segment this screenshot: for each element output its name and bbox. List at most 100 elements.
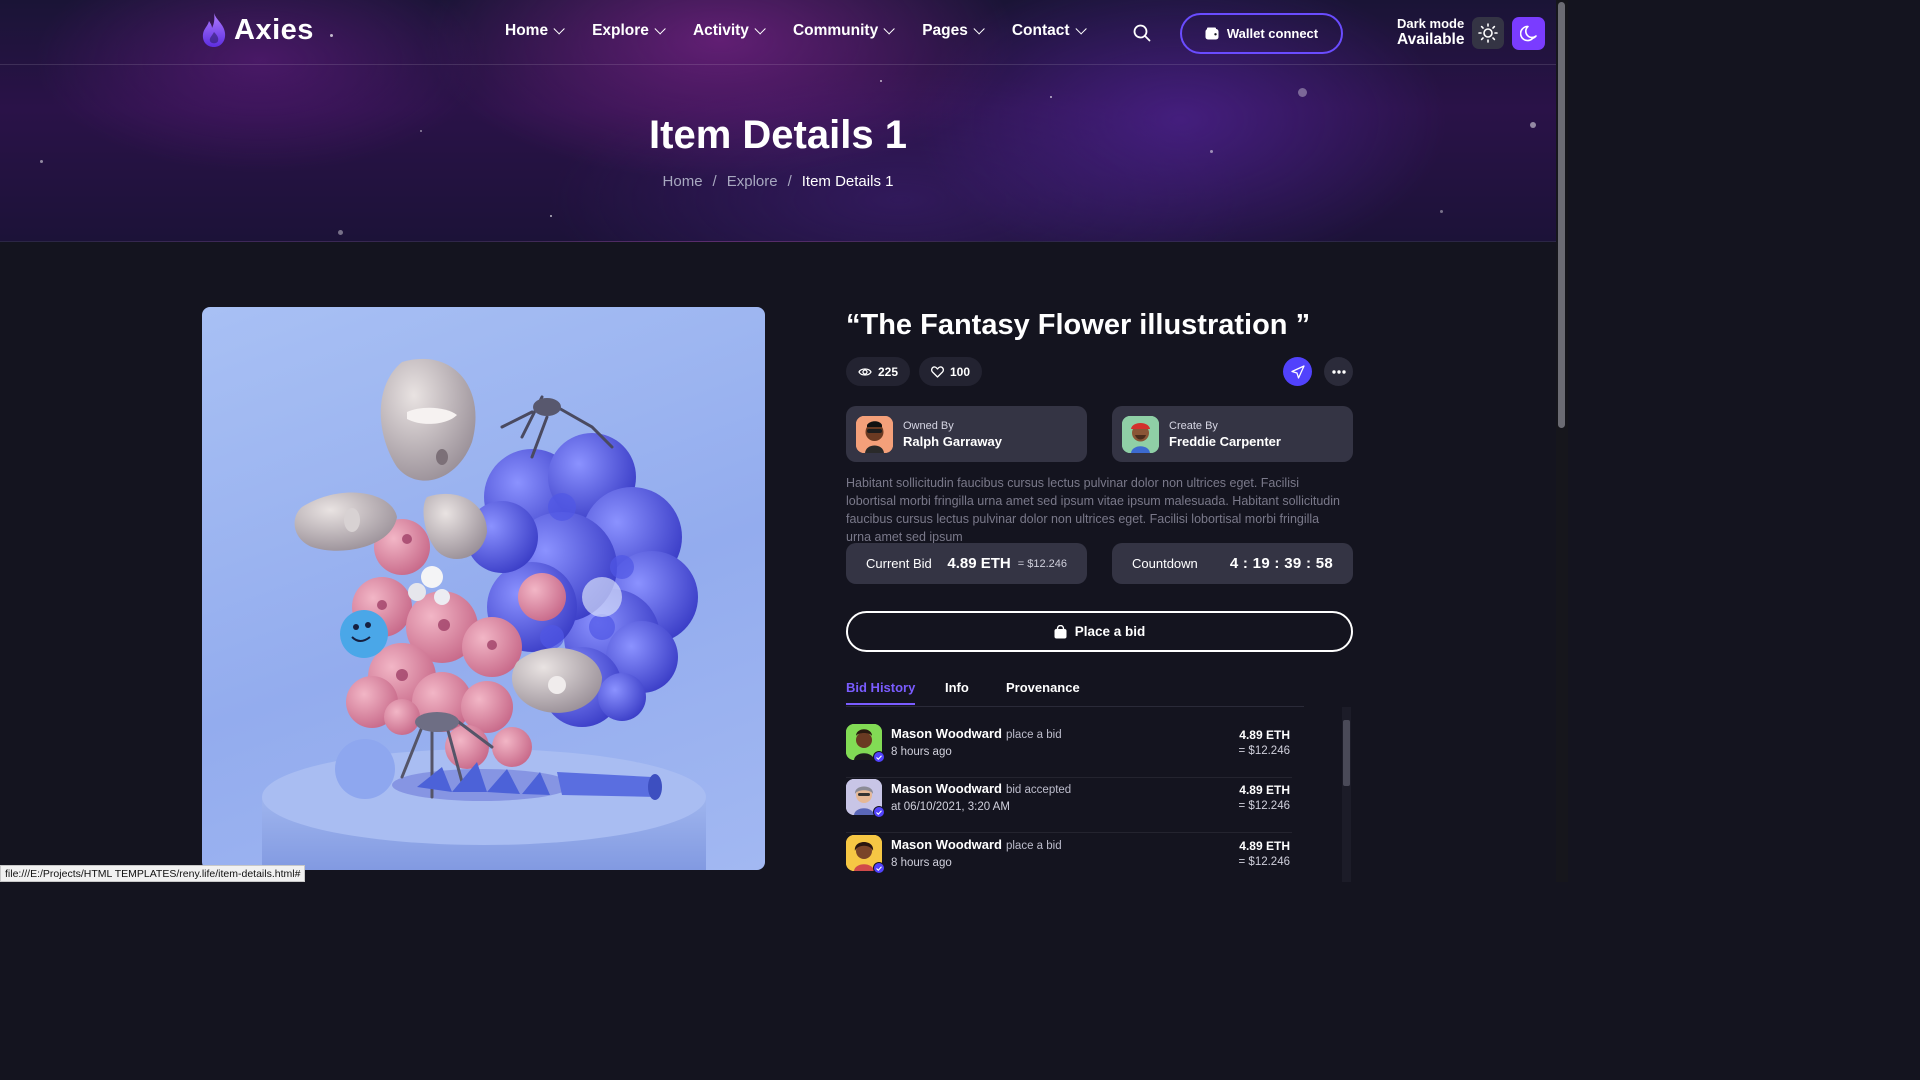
verified-badge-icon xyxy=(873,862,885,874)
nav-item-community[interactable]: Community xyxy=(792,22,895,40)
current-bid-card: Current Bid 4.89 ETH = $12.246 xyxy=(846,543,1087,584)
heart-icon xyxy=(931,365,944,378)
breadcrumb: Home / Explore / Item Details 1 xyxy=(0,173,1556,190)
bidder-name: Mason Woodward place a bid xyxy=(891,726,1062,741)
owner-card[interactable]: Owned By Ralph Garraway xyxy=(846,406,1087,462)
bid-eth: 4.89 ETH xyxy=(1239,783,1290,797)
bid-action: place a bid xyxy=(1005,840,1062,852)
nav-label: Activity xyxy=(692,22,749,39)
item-artwork-image xyxy=(202,307,765,870)
bidder-name-text[interactable]: Mason Woodward xyxy=(891,837,1002,852)
likes-value: 100 xyxy=(950,364,971,379)
nav-item-pages[interactable]: Pages xyxy=(922,22,985,40)
flame-logo-icon xyxy=(202,13,226,47)
nav-label: Pages xyxy=(922,22,968,39)
bid-history-row[interactable]: Mason Woodward place a bid 8 hours ago 4.… xyxy=(846,835,1292,889)
countdown-label: Countdown xyxy=(1132,556,1198,571)
breadcrumb-separator: / xyxy=(787,173,792,190)
sun-icon xyxy=(1478,23,1498,43)
like-button[interactable]: 100 xyxy=(919,357,983,386)
bid-history-row[interactable]: Mason Woodward bid accepted at 06/10/2021… xyxy=(846,779,1292,833)
moon-icon xyxy=(1519,25,1537,41)
place-bid-label: Place a bid xyxy=(1074,624,1146,639)
tab-info[interactable]: Info xyxy=(945,680,969,703)
nav-item-explore[interactable]: Explore xyxy=(592,22,666,40)
top-navigation: Axies Home Explore Activity Community Pa… xyxy=(0,0,1556,65)
breadcrumb-explore[interactable]: Explore xyxy=(727,173,778,190)
light-mode-button[interactable] xyxy=(1472,17,1504,49)
creator-avatar xyxy=(1122,415,1159,453)
chevron-down-icon xyxy=(1075,23,1087,35)
place-bid-button[interactable]: Place a bid xyxy=(846,611,1353,652)
more-icon xyxy=(1331,369,1346,374)
shopping-bag-icon xyxy=(1054,624,1067,638)
search-icon xyxy=(1133,24,1151,42)
bid-action: bid accepted xyxy=(1005,784,1072,796)
brand-name: Axies xyxy=(234,13,314,46)
dark-mode-button[interactable] xyxy=(1512,17,1545,50)
bid-eth: 4.89 ETH xyxy=(1239,839,1290,853)
bid-eth: 4.89 ETH xyxy=(1239,728,1290,742)
nav-label: Contact xyxy=(1011,22,1070,39)
page-scroll-thumb[interactable] xyxy=(1558,2,1565,428)
item-title: “The Fantasy Flower illustration ” xyxy=(846,309,1311,341)
share-button[interactable] xyxy=(1283,357,1312,386)
details-tabs: Bid History Info Provenance xyxy=(846,680,1304,707)
item-description: Habitant sollicitudin faucibus cursus le… xyxy=(846,476,1340,544)
creator-name: Freddie Carpenter xyxy=(1169,433,1281,449)
chevron-down-icon xyxy=(553,23,565,35)
owner-name: Ralph Garraway xyxy=(903,433,1002,449)
more-options-button[interactable] xyxy=(1324,357,1353,386)
chevron-down-icon xyxy=(883,23,895,35)
nav-label: Community xyxy=(792,22,879,39)
views-count: 225 xyxy=(846,357,911,386)
breadcrumb-separator: / xyxy=(712,173,717,190)
chevron-down-icon xyxy=(654,23,666,35)
chevron-down-icon xyxy=(754,23,766,35)
main-menu: Home Explore Activity Community Pages Co… xyxy=(505,22,1114,40)
nav-label: Explore xyxy=(592,22,649,39)
current-bid-label: Current Bid xyxy=(866,556,932,571)
dark-mode-line1: Dark mode xyxy=(1397,16,1465,31)
nav-item-home[interactable]: Home xyxy=(505,22,565,40)
breadcrumb-current: Item Details 1 xyxy=(801,173,894,190)
countdown-card: Countdown 4 : 19 : 39 : 58 xyxy=(1112,543,1353,584)
verified-badge-icon xyxy=(873,806,885,818)
bid-history-scroll-thumb[interactable] xyxy=(1343,720,1350,786)
creator-role-label: Create By xyxy=(1169,419,1218,432)
bid-history-row[interactable]: Mason Woodward place a bid 8 hours ago 4.… xyxy=(846,724,1292,778)
bid-time: 8 hours ago xyxy=(891,857,952,869)
countdown-value: 4 : 19 : 39 : 58 xyxy=(1229,555,1333,572)
verified-badge-icon xyxy=(873,751,885,763)
bid-usd: = $12.246 xyxy=(1238,856,1290,868)
nav-item-contact[interactable]: Contact xyxy=(1011,22,1087,40)
dark-mode-line2: Available xyxy=(1397,31,1465,48)
page-title: Item Details 1 xyxy=(649,113,907,157)
wallet-connect-button[interactable]: Wallet connect xyxy=(1180,13,1343,54)
creator-card[interactable]: Create By Freddie Carpenter xyxy=(1112,406,1353,462)
current-bid-value: 4.89 ETH xyxy=(947,555,1011,572)
bid-usd: = $12.246 xyxy=(1238,745,1290,757)
bidder-name: Mason Woodward place a bid xyxy=(891,837,1062,852)
send-icon xyxy=(1290,364,1305,379)
bidder-name: Mason Woodward bid accepted xyxy=(891,781,1071,796)
status-bar-url: file:///E:/Projects/HTML TEMPLATES/reny.… xyxy=(0,865,306,882)
chevron-down-icon xyxy=(973,23,985,35)
page-scrollbar[interactable] xyxy=(1556,0,1568,882)
bidder-avatar xyxy=(846,779,885,818)
tab-provenance[interactable]: Provenance xyxy=(1006,680,1080,703)
bidder-name-text[interactable]: Mason Woodward xyxy=(891,726,1002,741)
tab-bid-history[interactable]: Bid History xyxy=(846,680,916,705)
eye-icon xyxy=(858,367,872,376)
bidder-name-text[interactable]: Mason Woodward xyxy=(891,781,1002,796)
owner-role-label: Owned By xyxy=(903,419,954,432)
views-value: 225 xyxy=(878,364,899,379)
nav-item-activity[interactable]: Activity xyxy=(692,22,766,40)
bid-usd: = $12.246 xyxy=(1238,800,1290,812)
dark-mode-label: Dark mode Available xyxy=(1397,16,1465,48)
bid-action: place a bid xyxy=(1005,729,1062,741)
breadcrumb-home[interactable]: Home xyxy=(663,173,703,190)
search-button[interactable] xyxy=(1133,24,1151,47)
brand-logo[interactable]: Axies xyxy=(200,12,314,48)
bidder-avatar xyxy=(846,835,885,874)
